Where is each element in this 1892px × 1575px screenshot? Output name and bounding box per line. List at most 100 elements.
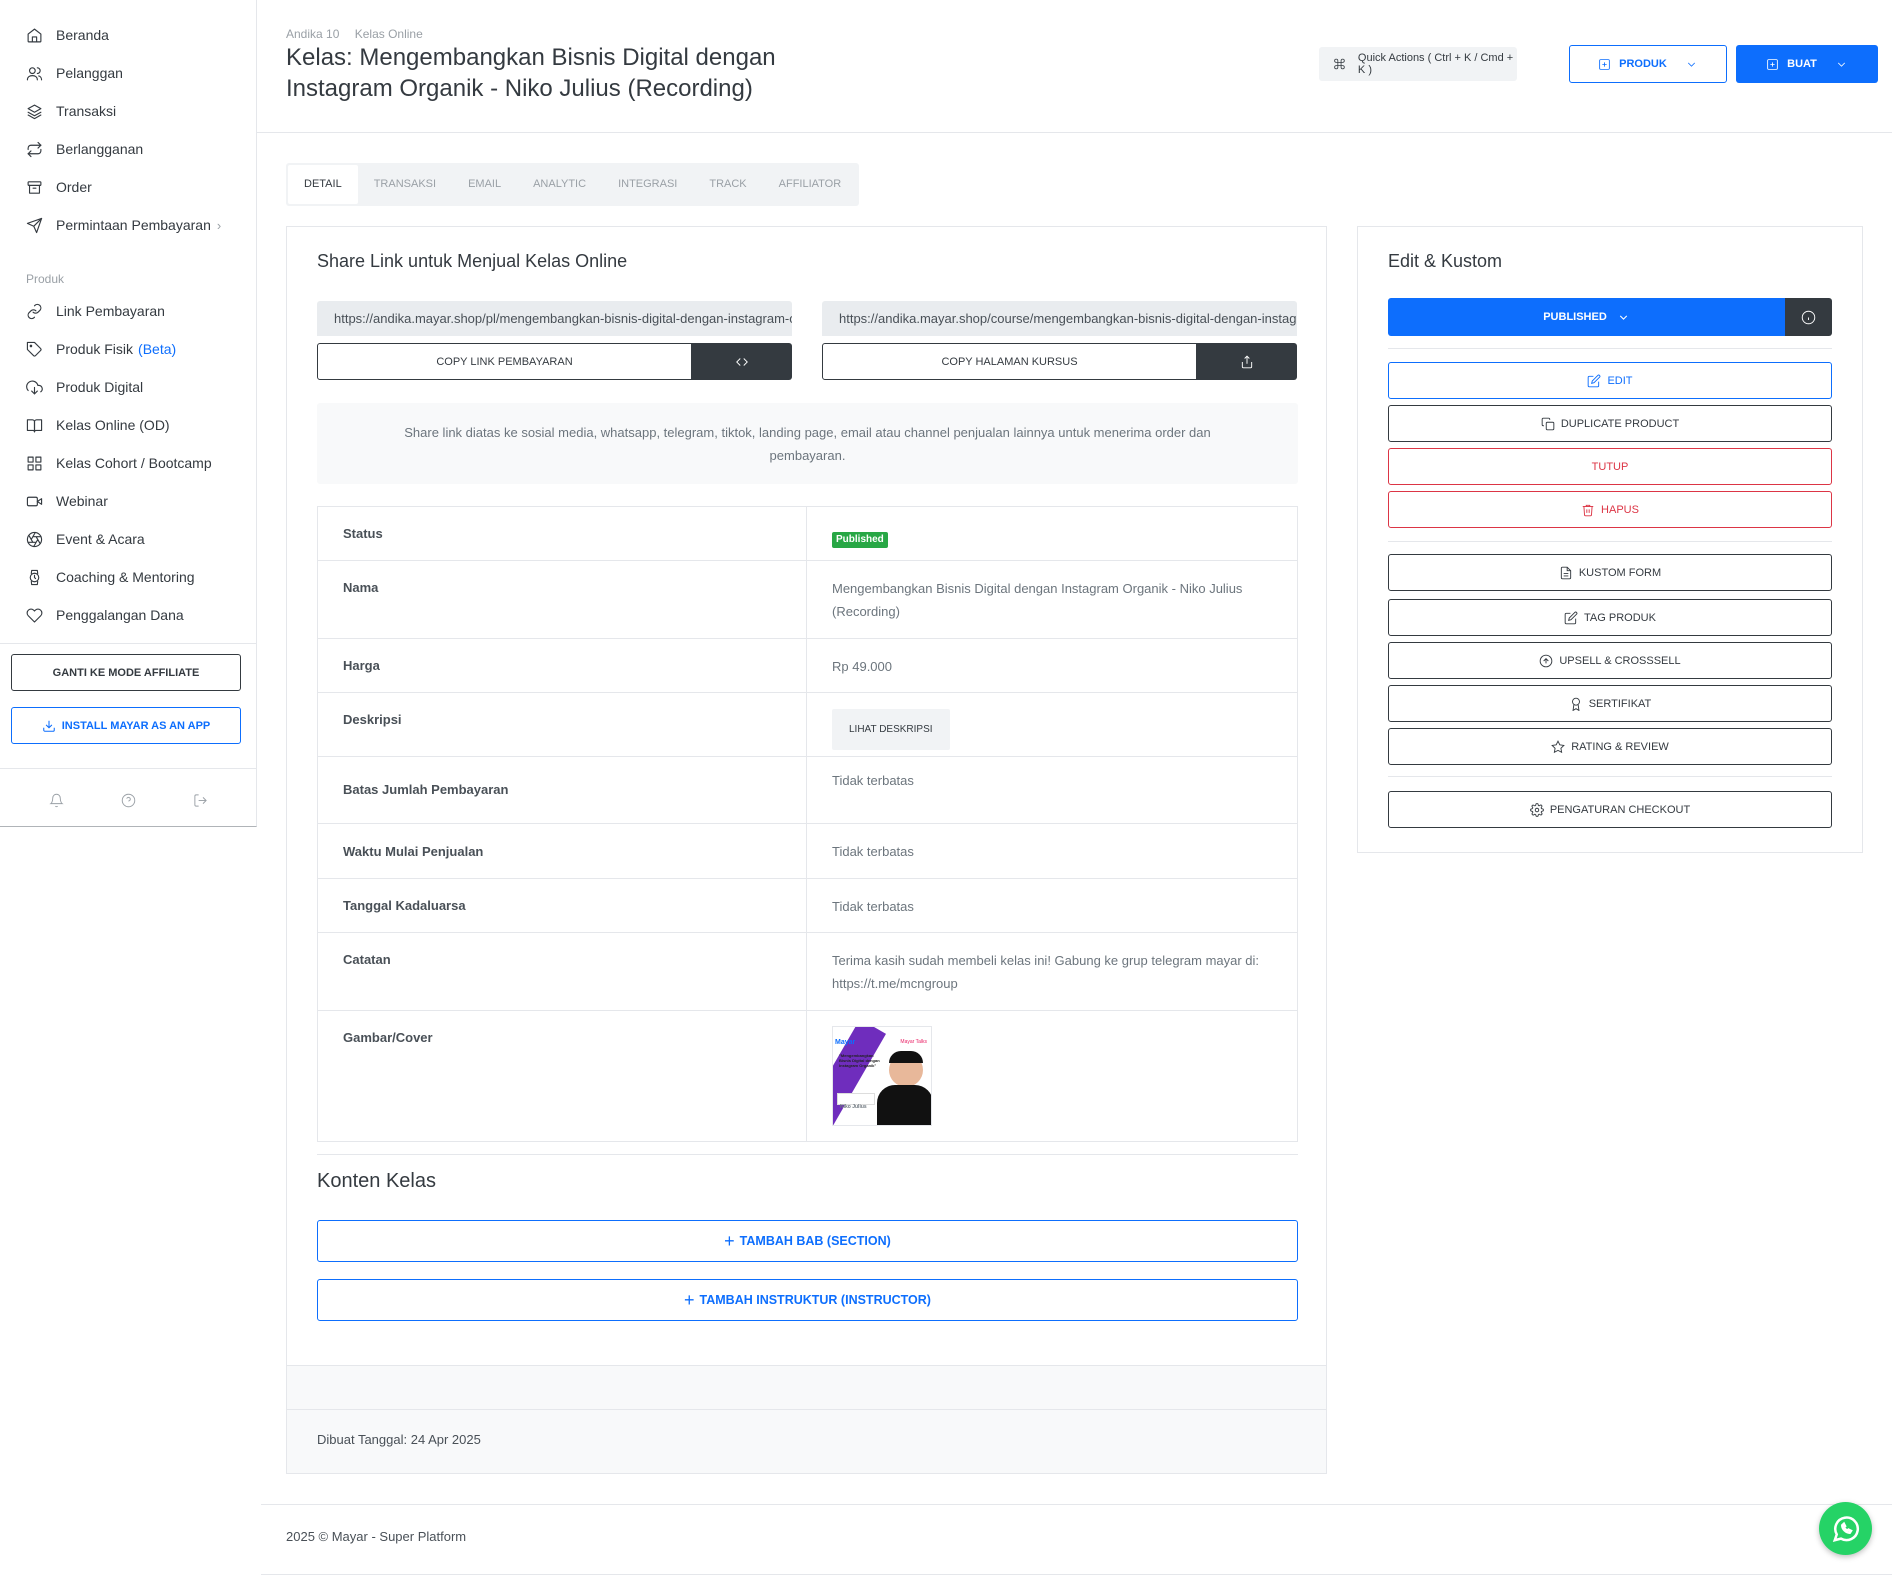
quick-actions-button[interactable]: Quick Actions ( Ctrl + K / Cmd + K ) [1319, 47, 1517, 81]
status-badge: Published [832, 532, 888, 548]
chevron-right-icon: › [216, 217, 222, 233]
help-icon[interactable] [121, 793, 136, 808]
table-row: Tanggal Kadaluarsa Tidak terbatas [318, 879, 1297, 933]
sidebar-item-label: Event & Acara [56, 531, 145, 547]
duplicate-label: DUPLICATE PRODUCT [1560, 417, 1680, 430]
rating-review-button[interactable]: RATING & REVIEW [1388, 728, 1832, 765]
sidebar-item-permintaan-pembayaran[interactable]: Permintaan Pembayaran › [0, 206, 256, 244]
tab-track[interactable]: TRACK [693, 165, 762, 204]
buat-label: BUAT [1787, 58, 1817, 70]
sidebar-item-webinar[interactable]: Webinar [0, 482, 256, 520]
copy-course-page-button[interactable]: COPY HALAMAN KURSUS [822, 343, 1197, 380]
kustom-form-button[interactable]: KUSTOM FORM [1388, 554, 1832, 591]
share-info-text: Share link diatas ke sosial media, whats… [404, 424, 1211, 463]
sidebar-item-kelas-online[interactable]: Kelas Online (OD) [0, 406, 256, 444]
tab-detail[interactable]: DETAIL [288, 165, 358, 204]
add-instructor-button[interactable]: + TAMBAH INSTRUKTUR (INSTRUCTOR) [317, 1279, 1298, 1321]
tab-analytic[interactable]: ANALYTIC [517, 165, 602, 204]
published-dropdown-button[interactable]: PUBLISHED [1388, 298, 1785, 336]
sidebar-item-produk-digital[interactable]: Produk Digital [0, 368, 256, 406]
breadcrumb-item[interactable]: Andika 10 [286, 27, 339, 41]
cloud-download-icon [26, 380, 43, 394]
tutup-button[interactable]: TUTUP [1388, 448, 1832, 485]
bell-icon[interactable] [48, 793, 64, 808]
breadcrumb-item[interactable]: Kelas Online [355, 27, 423, 41]
sidebar-item-label: Beranda [56, 27, 109, 43]
tab-transaksi[interactable]: TRANSAKSI [358, 165, 452, 204]
sidebar-item-produk-fisik[interactable]: Produk Fisik (Beta) [0, 330, 256, 368]
nama-label: Nama [318, 561, 807, 638]
award-icon [1571, 697, 1580, 711]
sidebar-item-event[interactable]: Event & Acara [0, 520, 256, 558]
sidebar-item-label: Coaching & Mentoring [56, 569, 195, 585]
product-detail-card: Share Link untuk Menjual Kelas Online ht… [286, 226, 1327, 1474]
tag-produk-label: TAG PRODUK [1584, 611, 1656, 624]
copy-course-row: COPY HALAMAN KURSUS [822, 343, 1297, 380]
edit-button[interactable]: EDIT [1388, 362, 1832, 399]
quick-actions-label: Quick Actions ( Ctrl + K / Cmd + K ) [1357, 52, 1514, 76]
book-icon [26, 418, 43, 432]
sidebar-item-label: Pelanggan [56, 65, 123, 81]
hapus-button[interactable]: HAPUS [1388, 491, 1832, 528]
cover-image[interactable]: Mayar Mayar Talks "Mengembangkan Bisnis … [832, 1026, 932, 1126]
table-row: Gambar/Cover Mayar Mayar Talks "Mengemba… [318, 1011, 1297, 1141]
add-section-label: TAMBAH BAB (SECTION) [739, 1234, 891, 1248]
affiliate-mode-button[interactable]: GANTI KE MODE AFFILIATE [11, 654, 241, 691]
arrow-up-circle-icon [1540, 654, 1553, 667]
sidebar-item-kelas-cohort[interactable]: Kelas Cohort / Bootcamp [0, 444, 256, 482]
users-icon [26, 66, 43, 80]
link-icon [27, 303, 42, 319]
code-icon [736, 357, 748, 366]
lihat-deskripsi-button[interactable]: LIHAT DESKRIPSI [832, 709, 950, 750]
copy-payment-link-button[interactable]: COPY LINK PEMBAYARAN [317, 343, 692, 380]
share-icon [1241, 355, 1253, 368]
whatsapp-chat-button[interactable] [1819, 1502, 1872, 1555]
sidebar-item-pelanggan[interactable]: Pelanggan [0, 54, 256, 92]
sidebar-item-label: Link Pembayaran [56, 303, 165, 319]
copy-icon [1541, 417, 1555, 430]
download-icon [42, 720, 55, 732]
payment-link-field[interactable]: https://andika.mayar.shop/pl/mengembangk… [317, 301, 792, 336]
detail-tabs: DETAIL TRANSAKSI EMAIL ANALYTIC INTEGRAS… [286, 163, 860, 206]
sidebar-item-penggalangan-dana[interactable]: Penggalangan Dana [0, 596, 256, 634]
duplicate-product-button[interactable]: DUPLICATE PRODUCT [1388, 405, 1832, 442]
konten-kelas-title: Konten Kelas [317, 1170, 436, 1192]
sidebar-item-link-pembayaran[interactable]: Link Pembayaran [0, 292, 256, 330]
sidebar-item-beranda[interactable]: Beranda [0, 16, 256, 54]
sertifikat-button[interactable]: SERTIFIKAT [1388, 685, 1832, 722]
install-app-button[interactable]: INSTALL MAYAR AS AN APP [11, 707, 241, 744]
tab-integrasi[interactable]: INTEGRASI [602, 165, 693, 204]
cover-shirt-text: YOUR [891, 1117, 908, 1125]
tab-affiliator[interactable]: AFFILIATOR [763, 165, 858, 204]
gambar-cell: Mayar Mayar Talks "Mengembangkan Bisnis … [807, 1011, 1297, 1141]
sidebar-item-label: Penggalangan Dana [56, 607, 184, 623]
sidebar-item-label: Produk Digital [56, 379, 144, 395]
whatsapp-icon [1832, 1515, 1859, 1542]
kadaluarsa-value: Tidak terbatas [832, 899, 914, 914]
sidebar-item-order[interactable]: Order [0, 168, 256, 206]
publish-row: PUBLISHED [1388, 298, 1832, 336]
repeat-icon [27, 141, 42, 157]
sidebar-item-berlangganan[interactable]: Berlangganan [0, 130, 256, 168]
embed-code-button[interactable] [692, 343, 792, 380]
upsell-crosssell-button[interactable]: UPSELL & CROSSSELL [1388, 642, 1832, 679]
add-section-button[interactable]: + TAMBAH BAB (SECTION) [317, 1220, 1298, 1262]
table-row: Deskripsi LIHAT DESKRIPSI [318, 693, 1297, 757]
sidebar-item-transaksi[interactable]: Transaksi [0, 92, 256, 130]
chevron-down-icon [1837, 62, 1845, 67]
plus-icon: + [724, 1230, 735, 1251]
logout-icon[interactable] [193, 793, 208, 808]
publish-info-button[interactable] [1785, 298, 1832, 336]
buat-dropdown-button[interactable]: BUAT [1736, 45, 1878, 83]
share-button[interactable] [1197, 343, 1297, 380]
pengaturan-checkout-button[interactable]: PENGATURAN CHECKOUT [1388, 791, 1832, 828]
tag-produk-button[interactable]: TAG PRODUK [1388, 599, 1832, 636]
panel-divider [1388, 348, 1832, 349]
command-icon [1334, 58, 1345, 70]
panel-divider [1388, 776, 1832, 777]
table-row: Batas Jumlah Pembayaran Tidak terbatas [318, 757, 1297, 824]
course-link-field[interactable]: https://andika.mayar.shop/course/mengemb… [822, 301, 1297, 336]
sidebar-item-coaching[interactable]: Coaching & Mentoring [0, 558, 256, 596]
tab-email[interactable]: EMAIL [452, 165, 517, 204]
produk-dropdown-button[interactable]: PRODUK [1569, 45, 1727, 83]
